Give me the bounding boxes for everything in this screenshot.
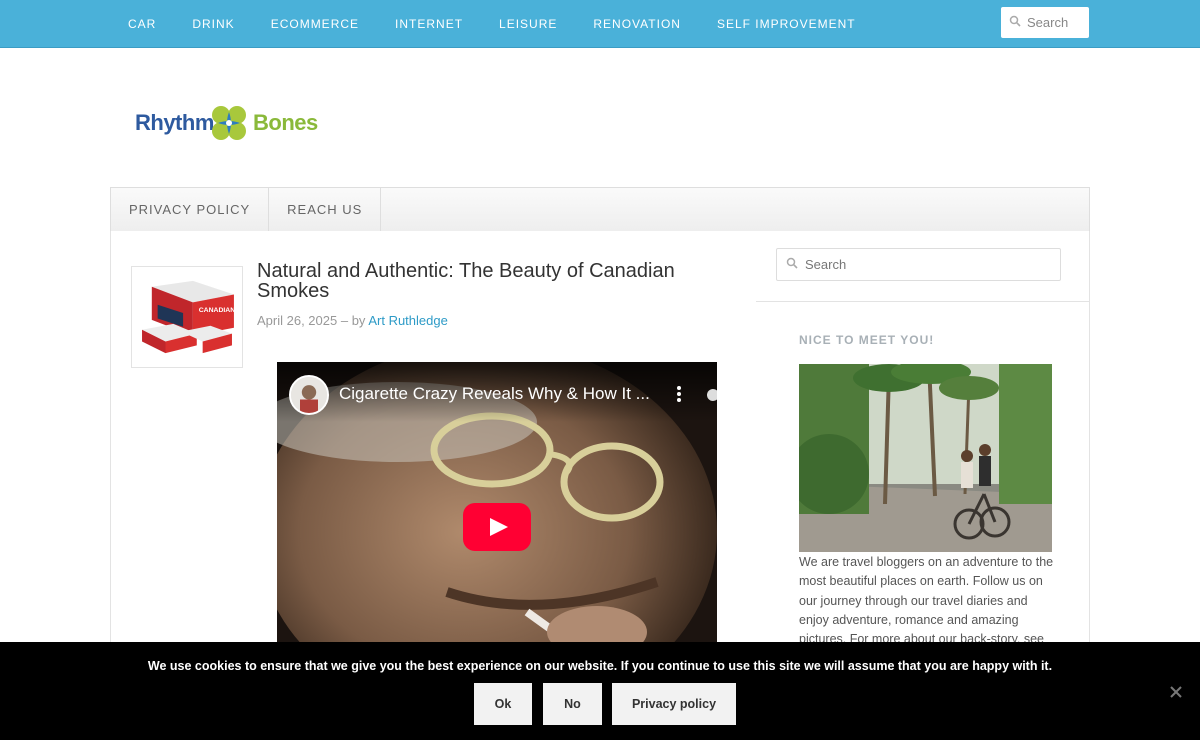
sub-nav-item-privacy-policy[interactable]: Privacy Policy: [111, 188, 270, 231]
sidebar-search-box[interactable]: [776, 248, 1061, 281]
site-logo[interactable]: Rhythm Bones: [133, 100, 318, 144]
close-icon[interactable]: [1168, 684, 1184, 700]
cookie-ok-button[interactable]: Ok: [474, 683, 532, 725]
travel-couple-image: [799, 364, 1052, 552]
play-button-icon[interactable]: [463, 503, 531, 551]
cookie-banner: We use cookies to ensure that we give yo…: [0, 642, 1200, 740]
search-icon: [1009, 14, 1021, 32]
sidebar-search-input[interactable]: [805, 257, 1045, 272]
thumbnail-label: CANADIAN: [199, 307, 235, 314]
secondary-nav: Privacy Policy Reach Us: [110, 187, 1090, 232]
top-nav-item-renovation[interactable]: Renovation: [575, 0, 699, 48]
sidebar-divider: [756, 301, 1089, 302]
post-by: – by: [340, 313, 366, 328]
video-embed[interactable]: Cigarette Crazy Reveals Why & How It ...: [277, 362, 717, 652]
post-author-link[interactable]: Art Ruthledge: [368, 313, 448, 328]
cookie-no-button[interactable]: No: [543, 683, 602, 725]
cookie-message: We use cookies to ensure that we give yo…: [147, 659, 1053, 673]
post-thumbnail[interactable]: CANADIAN: [131, 266, 243, 368]
top-nav-item-drink[interactable]: Drink: [174, 0, 252, 48]
top-nav-item-leisure[interactable]: Leisure: [481, 0, 575, 48]
more-vert-icon[interactable]: [673, 384, 685, 406]
post-title[interactable]: Natural and Authentic: The Beauty of Can…: [257, 261, 727, 301]
widget-title: Nice to meet you!: [799, 333, 935, 347]
post-meta: April 26, 2025 – by Art Ruthledge: [257, 313, 448, 328]
top-nav-item-ecommerce[interactable]: Ecommerce: [253, 0, 377, 48]
search-icon: [786, 256, 798, 274]
cigarette-pack-image: CANADIAN: [138, 273, 236, 361]
post-date: April 26, 2025: [257, 313, 338, 328]
top-nav: Car Drink Ecommerce Internet Leisure Ren…: [110, 0, 874, 48]
top-search-input[interactable]: [1027, 15, 1089, 30]
widget-text: We are travel bloggers on an adventure t…: [799, 555, 1054, 647]
channel-avatar[interactable]: [289, 375, 329, 415]
logo-word-left: Rhythm: [135, 110, 214, 135]
top-nav-item-internet[interactable]: Internet: [377, 0, 481, 48]
top-nav-bar: Car Drink Ecommerce Internet Leisure Ren…: [0, 0, 1200, 48]
top-nav-item-self-improvement[interactable]: Self Improvement: [699, 0, 874, 48]
clock-icon[interactable]: [707, 389, 717, 401]
logo-word-right: Bones: [253, 110, 318, 135]
logo-mark-icon: [212, 106, 246, 140]
top-search-box[interactable]: [1001, 7, 1089, 38]
top-nav-item-car[interactable]: Car: [110, 0, 174, 48]
cookie-privacy-policy-button[interactable]: Privacy policy: [612, 683, 736, 725]
video-title[interactable]: Cigarette Crazy Reveals Why & How It ...: [339, 384, 650, 404]
sub-nav-item-reach-us[interactable]: Reach Us: [269, 188, 382, 231]
